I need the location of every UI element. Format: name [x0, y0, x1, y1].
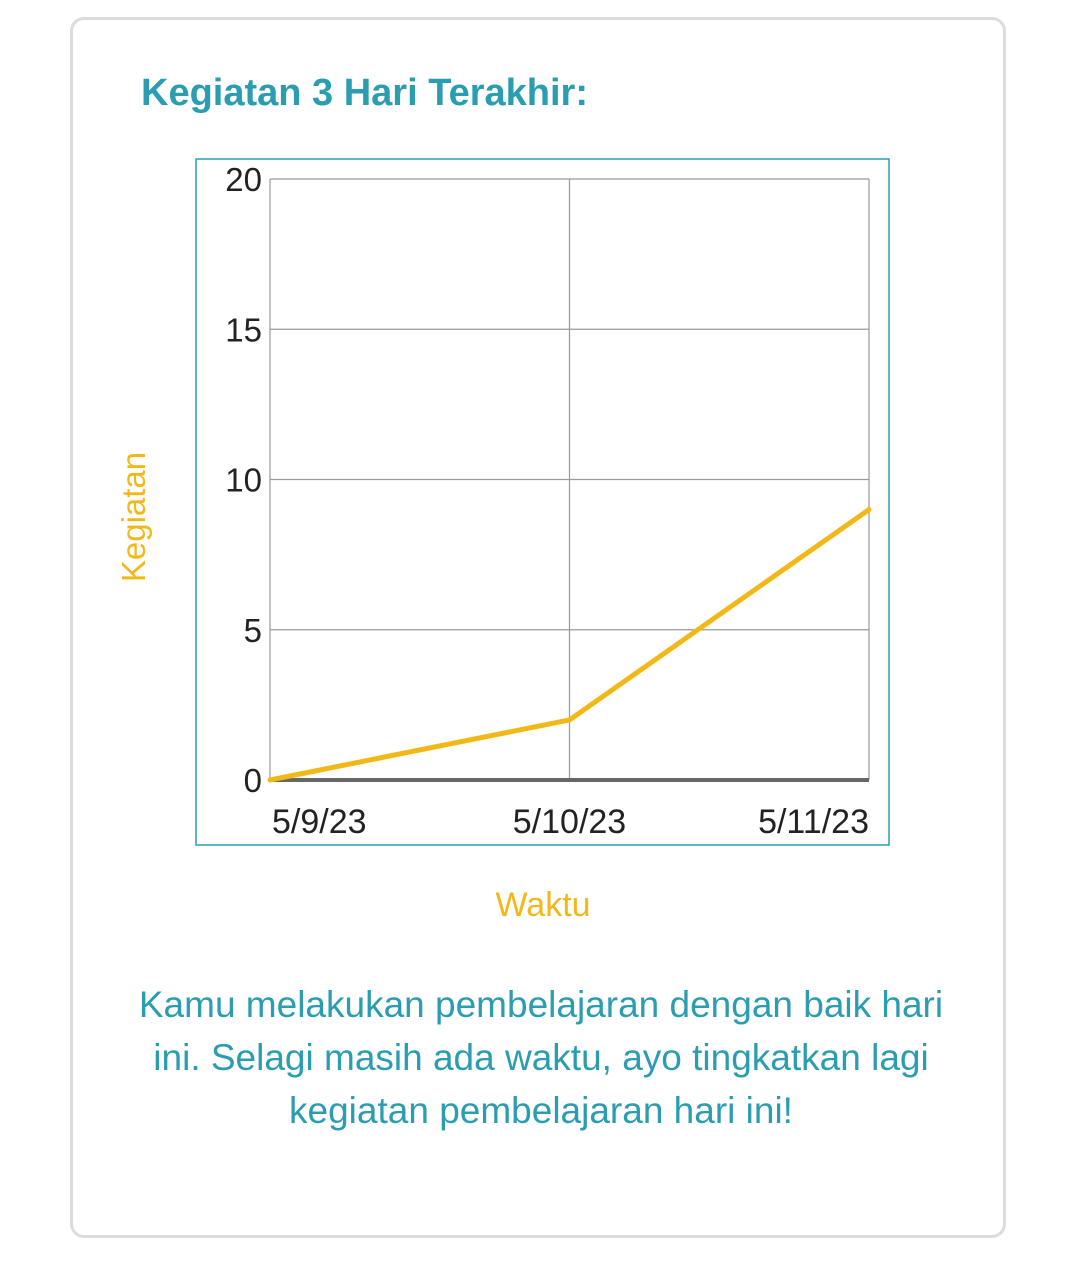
activity-line-chart: 0 5 10 15 20 5/9/23 5/10/23 5/11/23 Kegiatan W…	[115, 158, 890, 924]
x-tick-label: 5/11/23	[758, 803, 869, 841]
y-tick-label: 5	[244, 612, 262, 649]
chart-border	[195, 158, 890, 846]
activity-card: Kegiatan 3 Hari Terakhir: 0 5 10 15 20 5/9/2…	[70, 17, 1006, 1238]
x-axis-ticks: 5/9/23 5/10/23 5/11/23	[272, 803, 869, 841]
y-tick-label: 20	[225, 161, 262, 198]
x-axis-label: Waktu	[495, 886, 590, 924]
y-tick-label: 0	[244, 762, 262, 799]
y-tick-label: 10	[225, 462, 262, 499]
x-tick-label: 5/9/23	[272, 803, 367, 841]
y-axis-label: Kegiatan	[115, 452, 152, 582]
y-tick-label: 15	[225, 311, 262, 348]
x-tick-label: 5/10/23	[513, 803, 626, 841]
encouragement-message: Kamu melakukan pembelajaran dengan baik …	[138, 984, 944, 1131]
